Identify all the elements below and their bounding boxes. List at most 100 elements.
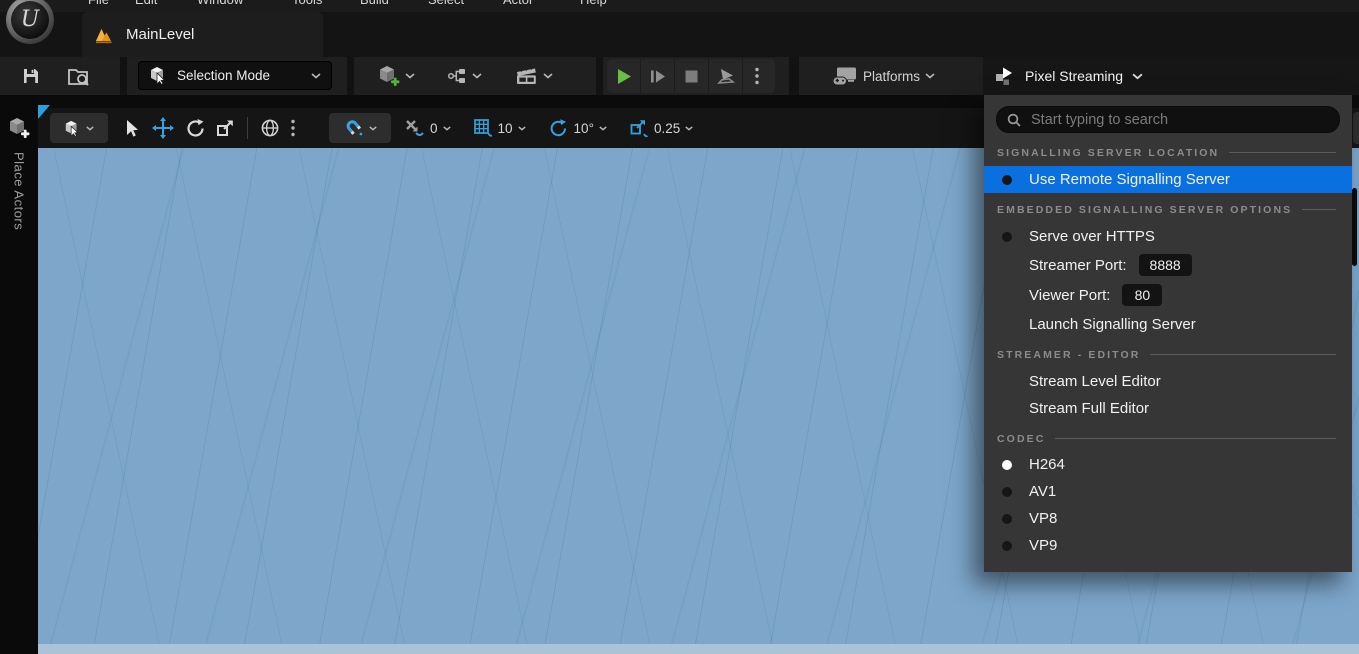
menu-item-label: VP9 [1029, 537, 1057, 554]
menu-help[interactable]: Help [580, 0, 607, 7]
tab-mainlevel[interactable]: MainLevel [82, 12, 323, 57]
menu-build[interactable]: Build [360, 0, 389, 7]
viewport-active-corner-marker [38, 105, 50, 119]
menu-item-launch-signalling-server[interactable]: Launch Signalling Server [984, 310, 1352, 338]
kebab-menu-icon [755, 67, 759, 85]
cursor-icon [123, 119, 140, 138]
menu-edit[interactable]: Edit [135, 0, 157, 7]
chevron-down-icon [311, 73, 321, 79]
world-local-toggle[interactable] [257, 113, 283, 143]
tab-bar: MainLevel [0, 12, 1359, 57]
clapperboard-icon [515, 66, 538, 86]
menu-select[interactable]: Select [428, 0, 464, 7]
scrollbar-thumb-sliver[interactable] [1352, 188, 1357, 266]
platforms-icon [831, 66, 858, 87]
radio-dot [1002, 541, 1012, 551]
viewer-port-label: Viewer Port: [1029, 287, 1110, 304]
section-title: STREAMER - EDITOR [997, 349, 1140, 361]
grid-snap-icon [473, 118, 493, 138]
chevron-down-icon [405, 73, 415, 79]
grid-snapping-control[interactable]: 10 [473, 118, 526, 138]
viewer-port-input[interactable]: 80 [1122, 284, 1162, 306]
chevron-down-icon[interactable] [1132, 73, 1143, 80]
select-tool[interactable] [118, 113, 144, 143]
add-content-button[interactable] [370, 57, 422, 95]
search-icon [1007, 113, 1021, 127]
unreal-logo-glyph: U [21, 7, 40, 32]
search-input[interactable] [1029, 111, 1329, 129]
menu-item-use-remote-signalling-server[interactable]: Use Remote Signalling Server [984, 166, 1352, 193]
rotate-tool[interactable] [182, 113, 208, 143]
platforms-dropdown[interactable]: Platforms [812, 57, 954, 95]
select-tool-dropdown[interactable] [50, 113, 108, 143]
blueprints-button[interactable] [438, 57, 490, 95]
section-rule [1055, 438, 1336, 439]
menu-item-stream-level-editor[interactable]: Stream Level Editor [984, 368, 1352, 395]
pixel-streaming-label[interactable]: Pixel Streaming [1025, 68, 1123, 84]
menu-item-codec-av1[interactable]: AV1 [984, 478, 1352, 505]
viewport-options-button[interactable] [285, 113, 301, 143]
frame-skip-button[interactable] [641, 59, 675, 93]
cinematics-button[interactable] [506, 57, 562, 95]
move-tool[interactable] [150, 113, 176, 143]
streamer-port-input[interactable]: 8888 [1139, 254, 1192, 276]
viewport-toolbar-divider [247, 117, 248, 139]
pixel-streaming-icon [994, 67, 1014, 86]
surface-snapping-control[interactable]: 0 [403, 118, 451, 138]
scale-snapping-control[interactable]: 0.25 [629, 118, 693, 138]
stop-button[interactable] [675, 59, 709, 93]
tab-title: MainLevel [126, 26, 194, 43]
section-rule [1150, 354, 1336, 355]
browse-content-button[interactable] [62, 57, 96, 95]
viewer-port-row: Viewer Port: 80 [984, 280, 1352, 310]
chevron-down-icon [599, 126, 607, 131]
play-controls [607, 59, 775, 93]
menu-item-label: AV1 [1029, 483, 1056, 500]
selection-mode-label: Selection Mode [177, 68, 302, 83]
rotation-snapping-control[interactable]: 10° [548, 118, 607, 139]
place-actors-tab[interactable] [8, 117, 30, 139]
snapping-toggle-dropdown[interactable] [329, 113, 391, 143]
menu-window[interactable]: Window [197, 0, 243, 7]
chevron-down-icon [543, 73, 553, 79]
blueprint-node-icon [447, 66, 467, 86]
radio-dot [1002, 514, 1012, 524]
section-embedded-signalling-server-options: EMBEDDED SIGNALLING SERVER OPTIONS [997, 202, 1336, 217]
pixel-streaming-menu: SIGNALLING SERVER LOCATION Use Remote Si… [984, 95, 1352, 572]
menu-file[interactable]: File [88, 0, 109, 7]
radio-dot [1002, 232, 1012, 242]
section-codec: CODEC [997, 431, 1336, 446]
scale-snap-icon [629, 118, 649, 138]
rotate-icon [185, 118, 206, 139]
menu-item-serve-over-https[interactable]: Serve over HTTPS [984, 223, 1352, 250]
pixel-streaming-group: Pixel Streaming [983, 57, 1359, 95]
save-button[interactable] [16, 57, 46, 95]
level-icon [95, 26, 114, 44]
chevron-down-icon [518, 126, 526, 131]
magnet-icon [344, 118, 364, 138]
radio-dot [1002, 175, 1012, 185]
chevron-down-icon [925, 73, 935, 79]
menu-tools[interactable]: Tools [292, 0, 322, 7]
menu-item-label: Use Remote Signalling Server [1029, 171, 1230, 188]
scale-tool[interactable] [212, 113, 238, 143]
section-title: SIGNALLING SERVER LOCATION [997, 147, 1219, 159]
selection-mode-icon [149, 66, 168, 85]
menu-item-codec-vp8[interactable]: VP8 [984, 505, 1352, 532]
section-title: CODEC [997, 433, 1045, 445]
place-actors-label[interactable]: Place Actors [12, 152, 27, 230]
play-button[interactable] [607, 59, 641, 93]
surface-snap-icon [403, 118, 425, 138]
eject-button[interactable] [709, 59, 743, 93]
menu-item-stream-full-editor[interactable]: Stream Full Editor [984, 395, 1352, 422]
play-options-button[interactable] [743, 59, 771, 93]
selection-mode-dropdown[interactable]: Selection Mode [138, 61, 332, 90]
place-actors-sidebar: Place Actors [0, 95, 38, 654]
menu-item-codec-h264[interactable]: H264 [984, 451, 1352, 478]
menu-item-label: Stream Level Editor [1029, 373, 1161, 390]
kebab-menu-icon [291, 119, 295, 137]
menu-actor[interactable]: Actor [503, 0, 533, 7]
save-icon [21, 66, 41, 86]
move-icon [152, 117, 174, 139]
menu-item-codec-vp9[interactable]: VP9 [984, 532, 1352, 559]
